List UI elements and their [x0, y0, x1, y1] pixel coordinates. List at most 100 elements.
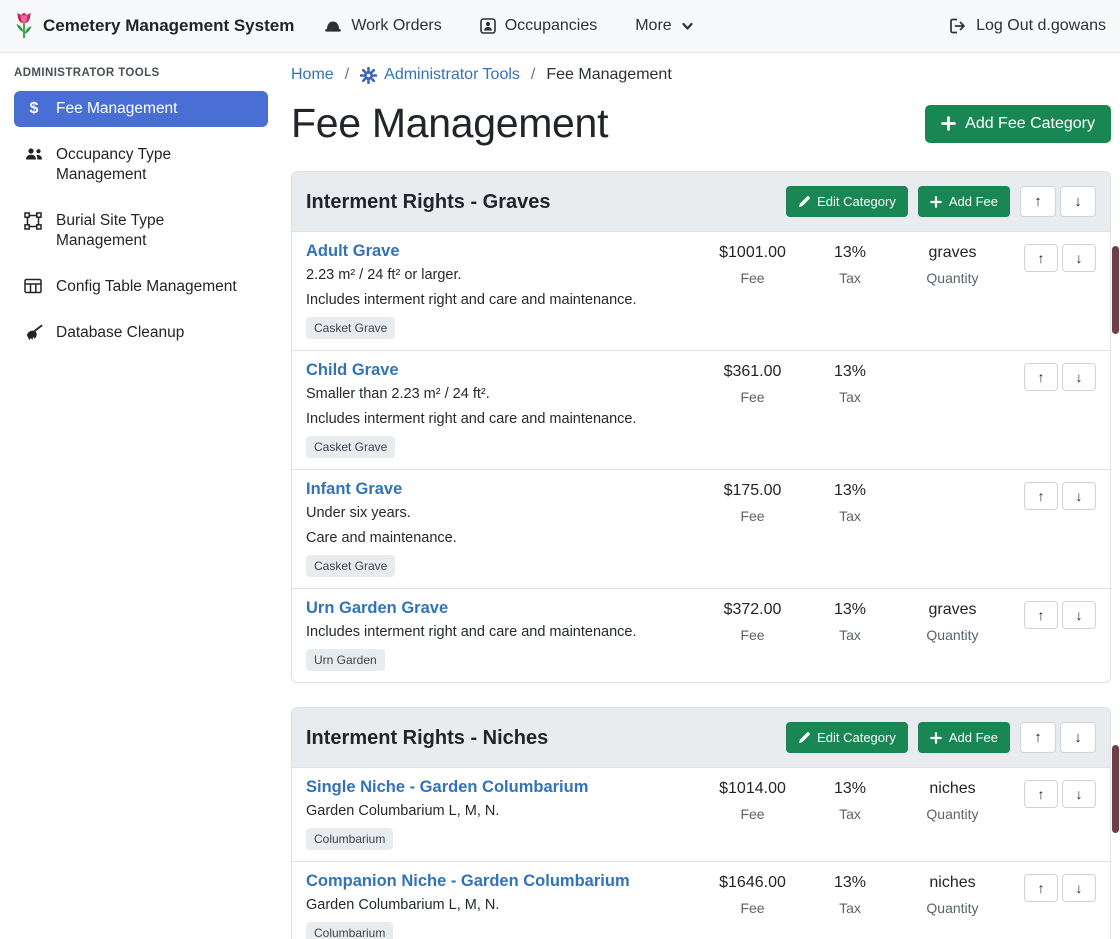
add-fee-button[interactable]: Add Fee — [918, 186, 1010, 217]
fee-name-link[interactable]: Infant Grave — [306, 480, 402, 499]
fee-amount: $1001.00 Fee — [700, 242, 805, 286]
arrow-down-icon: ↓ — [1076, 250, 1083, 266]
fee-move-up-button[interactable]: ↑ — [1024, 780, 1058, 808]
fee-amount: $361.00 Fee — [700, 361, 805, 405]
main-content: Home / — [280, 53, 1120, 939]
category-title: Interment Rights - Niches — [306, 723, 776, 753]
fee-row: Infant Grave Under six years. Care and m… — [292, 470, 1110, 589]
fee-row: Child Grave Smaller than 2.23 m² / 24 ft… — [292, 351, 1110, 470]
sidebar-item-config-table-management[interactable]: Config Table Management — [14, 269, 268, 305]
arrow-up-icon: ↑ — [1034, 729, 1042, 746]
category-move-up-button[interactable]: ↑ — [1020, 186, 1056, 217]
category-header: Interment Rights - Niches Edit Category … — [292, 708, 1110, 768]
fee-name-link[interactable]: Companion Niche - Garden Columbarium — [306, 872, 630, 891]
logout-link[interactable]: Log Out d.gowans — [949, 17, 1106, 35]
page-header: Fee Management Add Fee Category — [291, 100, 1111, 147]
add-fee-button[interactable]: Add Fee — [918, 722, 1010, 753]
fee-quantity: niches Quantity — [895, 872, 1010, 916]
fee-quantity: graves Quantity — [895, 599, 1010, 643]
fee-name-link[interactable]: Child Grave — [306, 361, 399, 380]
breadcrumb-home-link[interactable]: Home — [291, 66, 334, 84]
scrollbar-thumb[interactable] — [1112, 745, 1119, 833]
scrollbar-thumb[interactable] — [1112, 246, 1119, 334]
edit-category-button[interactable]: Edit Category — [786, 722, 908, 753]
fee-tax: 13% Tax — [805, 361, 895, 405]
arrow-up-icon: ↑ — [1038, 607, 1045, 623]
users-icon — [24, 146, 44, 162]
fee-move-up-button[interactable]: ↑ — [1024, 482, 1058, 510]
fee-description: Smaller than 2.23 m² / 24 ft². — [306, 385, 692, 404]
fee-row: Urn Garden Grave Includes interment righ… — [292, 589, 1110, 682]
fee-quantity — [895, 361, 1010, 371]
fee-tax: 13% Tax — [805, 242, 895, 286]
fee-row: Adult Grave 2.23 m² / 24 ft² or larger. … — [292, 232, 1110, 351]
pencil-icon — [798, 196, 810, 208]
fee-move-down-button[interactable]: ↓ — [1062, 601, 1096, 629]
category-move-down-button[interactable]: ↓ — [1060, 186, 1096, 217]
fee-type-badge: Casket Grave — [306, 317, 395, 339]
pencil-icon — [798, 732, 810, 744]
table-icon — [24, 278, 44, 294]
app-brand[interactable]: Cemetery Management System — [14, 11, 294, 41]
arrow-up-icon: ↑ — [1038, 786, 1045, 802]
edit-category-button[interactable]: Edit Category — [786, 186, 908, 217]
category-move-up-button[interactable]: ↑ — [1020, 722, 1056, 753]
sign-out-icon — [949, 18, 967, 34]
plus-icon — [930, 732, 942, 744]
arrow-up-icon: ↑ — [1038, 369, 1045, 385]
tulip-logo-icon — [14, 11, 34, 41]
fee-description: Includes interment right and care and ma… — [306, 623, 692, 642]
fee-move-up-button[interactable]: ↑ — [1024, 874, 1058, 902]
occupancy-badge-icon — [480, 18, 496, 34]
fee-row: Single Niche - Garden Columbarium Garden… — [292, 768, 1110, 862]
admin-sidebar: ADMINISTRATOR TOOLS $ Fee Management Occ… — [0, 53, 280, 361]
nav-work-orders[interactable]: Work Orders — [324, 17, 441, 35]
main-nav: Work Orders Occupancies More — [324, 17, 693, 35]
sidebar-item-fee-management[interactable]: $ Fee Management — [14, 91, 268, 127]
fee-move-up-button[interactable]: ↑ — [1024, 601, 1058, 629]
fee-description: Under six years. — [306, 504, 692, 523]
app-title: Cemetery Management System — [43, 16, 294, 36]
category-header: Interment Rights - Graves Edit Category … — [292, 172, 1110, 232]
sidebar-item-occupancy-type-management[interactable]: Occupancy Type Management — [14, 137, 268, 193]
breadcrumb-separator: / — [531, 66, 535, 84]
fee-amount: $175.00 Fee — [700, 480, 805, 524]
fee-description: 2.23 m² / 24 ft² or larger. — [306, 266, 692, 285]
fee-move-down-button[interactable]: ↓ — [1062, 874, 1096, 902]
arrow-down-icon: ↓ — [1074, 729, 1082, 746]
fee-quantity — [895, 480, 1010, 490]
gear-icon — [360, 67, 377, 84]
fee-description: Garden Columbarium L, M, N. — [306, 896, 692, 915]
fee-move-down-button[interactable]: ↓ — [1062, 244, 1096, 272]
fee-name-link[interactable]: Single Niche - Garden Columbarium — [306, 778, 588, 797]
sidebar-section-title: ADMINISTRATOR TOOLS — [14, 65, 268, 91]
fee-description: Care and maintenance. — [306, 529, 692, 548]
sidebar-item-database-cleanup[interactable]: Database Cleanup — [14, 315, 268, 351]
fee-move-down-button[interactable]: ↓ — [1062, 780, 1096, 808]
fee-type-badge: Columbarium — [306, 828, 393, 850]
breadcrumb-current: Fee Management — [546, 66, 671, 84]
fee-move-up-button[interactable]: ↑ — [1024, 363, 1058, 391]
fee-move-up-button[interactable]: ↑ — [1024, 244, 1058, 272]
fee-name-link[interactable]: Urn Garden Grave — [306, 599, 448, 618]
arrow-up-icon: ↑ — [1038, 880, 1045, 896]
fee-name-link[interactable]: Adult Grave — [306, 242, 400, 261]
breadcrumb-admin-tools-link[interactable]: Administrator Tools — [360, 66, 520, 84]
fee-tax: 13% Tax — [805, 778, 895, 822]
breadcrumb-separator: / — [345, 66, 349, 84]
breadcrumb: Home / — [291, 66, 1111, 84]
fee-move-down-button[interactable]: ↓ — [1062, 363, 1096, 391]
fee-amount: $1014.00 Fee — [700, 778, 805, 822]
fee-type-badge: Casket Grave — [306, 555, 395, 577]
add-fee-category-button[interactable]: Add Fee Category — [925, 105, 1111, 143]
plus-icon — [930, 196, 942, 208]
fee-move-down-button[interactable]: ↓ — [1062, 482, 1096, 510]
nav-occupancies[interactable]: Occupancies — [480, 17, 598, 35]
nav-more[interactable]: More — [635, 17, 693, 35]
hard-hat-icon — [324, 19, 342, 34]
fee-quantity: graves Quantity — [895, 242, 1010, 286]
sidebar-item-burial-site-type-management[interactable]: Burial Site Type Management — [14, 203, 268, 259]
arrow-up-icon: ↑ — [1038, 488, 1045, 504]
category-move-down-button[interactable]: ↓ — [1060, 722, 1096, 753]
fee-description: Garden Columbarium L, M, N. — [306, 802, 692, 821]
